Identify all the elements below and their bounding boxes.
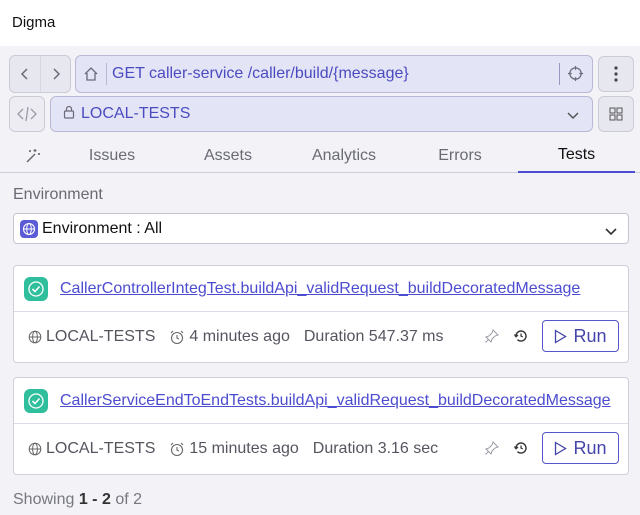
run-test-button[interactable]: Run xyxy=(542,432,619,464)
chevron-right-icon xyxy=(52,68,60,80)
success-check-icon xyxy=(24,388,48,413)
chevron-down-icon xyxy=(604,224,618,242)
grid-view-button[interactable] xyxy=(598,96,634,132)
pin-icon xyxy=(485,329,499,343)
tab-magic[interactable] xyxy=(18,138,48,173)
pin-icon xyxy=(485,441,499,455)
more-menu-button[interactable] xyxy=(598,56,634,92)
grid-icon xyxy=(609,107,623,121)
history-button[interactable] xyxy=(513,440,529,461)
pin-button[interactable] xyxy=(484,440,500,461)
tab-assets[interactable]: Assets xyxy=(186,138,270,173)
test-environment: LOCAL-TESTS xyxy=(28,328,155,346)
test-environment-label: LOCAL-TESTS xyxy=(46,328,156,345)
test-time: 15 minutes ago xyxy=(169,440,299,458)
tab-issues[interactable]: Issues xyxy=(70,138,154,173)
divider xyxy=(106,63,107,85)
pagination-total: 2 xyxy=(133,491,143,508)
dropdown-toggle[interactable] xyxy=(566,108,580,126)
pagination-separator: - xyxy=(87,491,102,508)
location-bar[interactable]: GET caller-service /caller/build/{messag… xyxy=(75,55,593,93)
test-time-label: 4 minutes ago xyxy=(189,328,290,345)
environment-filter-select[interactable]: Environment : All xyxy=(13,213,629,244)
environment-scope-select[interactable]: LOCAL-TESTS xyxy=(50,96,593,132)
code-button[interactable] xyxy=(9,96,45,132)
scope-environment: LOCAL-TESTS xyxy=(81,105,191,122)
code-icon xyxy=(17,106,37,122)
run-label: Run xyxy=(573,437,607,458)
history-icon xyxy=(513,442,527,454)
test-time: 4 minutes ago xyxy=(169,328,290,346)
home-icon xyxy=(84,67,98,81)
tab-label: Tests xyxy=(557,145,596,163)
tab-bar: Issues Assets Analytics Errors Tests xyxy=(0,138,640,173)
tab-label: Assets xyxy=(203,146,252,164)
globe-icon xyxy=(20,219,38,238)
pin-button[interactable] xyxy=(484,328,500,349)
success-check-icon xyxy=(24,276,48,301)
pagination-prefix: Showing xyxy=(13,491,75,508)
app-title-bar: Digma xyxy=(0,0,640,46)
test-time-label: 15 minutes ago xyxy=(189,440,299,457)
app-title: Digma xyxy=(12,14,56,31)
test-name-link[interactable]: CallerControllerIntegTest.buildApi_valid… xyxy=(60,280,580,298)
lock-icon xyxy=(63,105,75,119)
back-button[interactable] xyxy=(10,56,40,92)
history-button[interactable] xyxy=(513,328,529,349)
magic-wand-icon xyxy=(26,148,40,163)
play-icon xyxy=(555,440,568,456)
forward-button[interactable] xyxy=(40,56,70,92)
alarm-clock-icon xyxy=(170,330,184,345)
location-text: GET caller-service /caller/build/{messag… xyxy=(112,65,409,82)
test-environment-label: LOCAL-TESTS xyxy=(46,440,156,457)
globe-icon xyxy=(28,330,42,344)
chevron-left-icon xyxy=(20,68,28,80)
test-name-link[interactable]: CallerServiceEndToEndTests.buildApi_vali… xyxy=(60,392,611,410)
test-duration: Duration 3.16 sec xyxy=(312,440,439,457)
tab-analytics[interactable]: Analytics xyxy=(300,138,388,173)
environment-filter-value: Environment : All xyxy=(42,219,163,237)
tab-errors[interactable]: Errors xyxy=(418,138,502,173)
home-button[interactable] xyxy=(76,66,106,82)
history-icon xyxy=(513,330,527,342)
crosshair-icon xyxy=(567,65,584,82)
lock-icon-wrap xyxy=(63,105,75,124)
play-icon xyxy=(555,328,568,344)
history-nav xyxy=(9,55,71,93)
pagination-range-end: 2 xyxy=(101,491,111,508)
target-button[interactable] xyxy=(567,65,584,87)
test-environment: LOCAL-TESTS xyxy=(28,440,155,458)
tab-label: Errors xyxy=(438,146,482,164)
run-test-button[interactable]: Run xyxy=(542,320,619,352)
test-duration: Duration 547.37 ms xyxy=(303,328,444,345)
environment-label: Environment xyxy=(13,186,103,203)
globe-icon xyxy=(28,442,42,456)
chevron-down-icon xyxy=(567,112,579,120)
tab-label: Issues xyxy=(88,146,136,164)
kebab-menu-icon xyxy=(614,66,618,82)
pagination-of: of xyxy=(115,491,129,508)
pagination-summary: Showing 1 - 2 of 2 xyxy=(13,491,142,509)
tab-tests[interactable]: Tests xyxy=(518,138,635,173)
tab-label: Analytics xyxy=(311,146,377,164)
test-card: CallerControllerIntegTest.buildApi_valid… xyxy=(13,265,629,363)
pagination-range-start: 1 xyxy=(78,491,88,508)
test-card: CallerServiceEndToEndTests.buildApi_vali… xyxy=(13,377,629,475)
run-label: Run xyxy=(573,325,607,346)
divider xyxy=(559,63,560,85)
alarm-clock-icon xyxy=(170,442,184,457)
